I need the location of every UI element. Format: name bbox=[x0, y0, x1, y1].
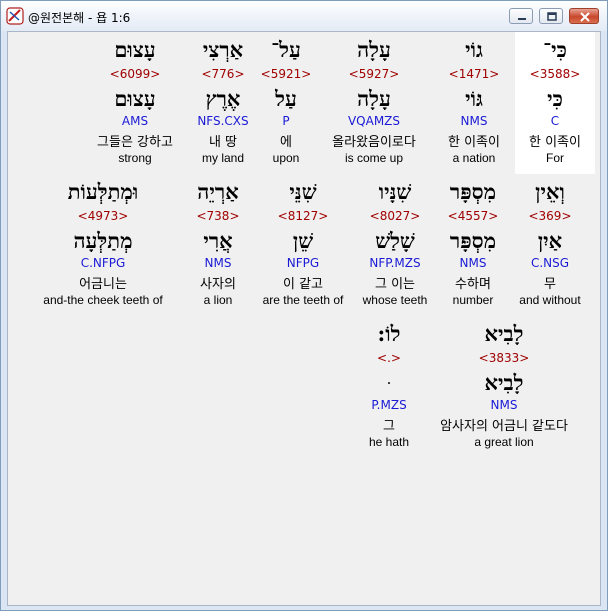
interlinear-view: כִּי־ <3588> כִּי C 한 이족이 For גוֹי <1471… bbox=[7, 31, 601, 606]
word-cell[interactable]: וּמְתַלְּעוֹת <4973> מְתַלְּעָה C.NFPG 어… bbox=[43, 174, 162, 316]
english-gloss: strong bbox=[118, 151, 152, 165]
word-cell[interactable]: עָלָה <5927> עָלָה VQAMZS 올라왔음이로다 is com… bbox=[332, 32, 416, 174]
hebrew-lemma: ּ bbox=[329, 370, 449, 396]
minimize-button[interactable] bbox=[509, 8, 533, 24]
word-cell[interactable]: אַרְיֵה <738> אֲרִי NMS 사자의 a lion bbox=[178, 174, 258, 316]
english-gloss: he hath bbox=[368, 435, 410, 449]
morph-code: P.MZS bbox=[371, 398, 407, 412]
close-button[interactable] bbox=[569, 8, 599, 24]
korean-gloss: 그 bbox=[383, 419, 395, 434]
word-cell[interactable]: לָבִיא <3833> לָבִיא NMS 암사자의 어금니 같도다 a … bbox=[440, 316, 568, 458]
korean-gloss: 그들은 강하고 bbox=[97, 135, 173, 150]
morph-code: C.NFPG bbox=[80, 256, 126, 270]
word-cell[interactable]: עָצוּם <6099> עָצוּם AMS 그들은 강하고 strong bbox=[95, 32, 175, 174]
app-logo-icon bbox=[6, 7, 24, 25]
morph-code: AMS bbox=[121, 114, 149, 128]
hebrew-word: עָצוּם bbox=[114, 37, 156, 62]
hebrew-word: לוֹ: bbox=[377, 321, 401, 346]
english-gloss: and-the cheek teeth of bbox=[43, 293, 163, 307]
word-cell[interactable]: לוֹ: <.> ּ P.MZS 그 he hath bbox=[349, 316, 429, 458]
word-cell[interactable]: גוֹי <1471> גּוֹי NMS 한 이족이 a nation bbox=[434, 32, 514, 174]
korean-gloss: 어금니는 bbox=[79, 277, 127, 292]
hebrew-lemma: מְתַלְּעָה bbox=[73, 228, 133, 253]
strong-number[interactable]: <.> bbox=[329, 351, 449, 365]
hebrew-lemma: עָצוּם bbox=[114, 86, 156, 111]
strong-number[interactable]: <4973> bbox=[18, 209, 188, 223]
word-cell[interactable]: אַרְצִי <776> אֶרֶץ NFS.CXS 내 땅 my land bbox=[183, 32, 263, 174]
word-cell[interactable]: שִׁנָּיו <8027> שָׁלַשׁ NFP.MZS 그 이는 who… bbox=[355, 174, 435, 316]
hebrew-word: וּמְתַלְּעוֹת bbox=[67, 179, 139, 204]
app-window: @원전본해 - 욥 1:6 כִּי־ <3588> כִּי C 한 이족이 … bbox=[0, 0, 608, 611]
window-title: @원전본해 - 욥 1:6 bbox=[28, 11, 131, 25]
title-bar[interactable]: @원전본해 - 욥 1:6 bbox=[1, 1, 607, 31]
maximize-button[interactable] bbox=[539, 8, 563, 24]
strong-number[interactable]: <6099> bbox=[75, 67, 195, 81]
